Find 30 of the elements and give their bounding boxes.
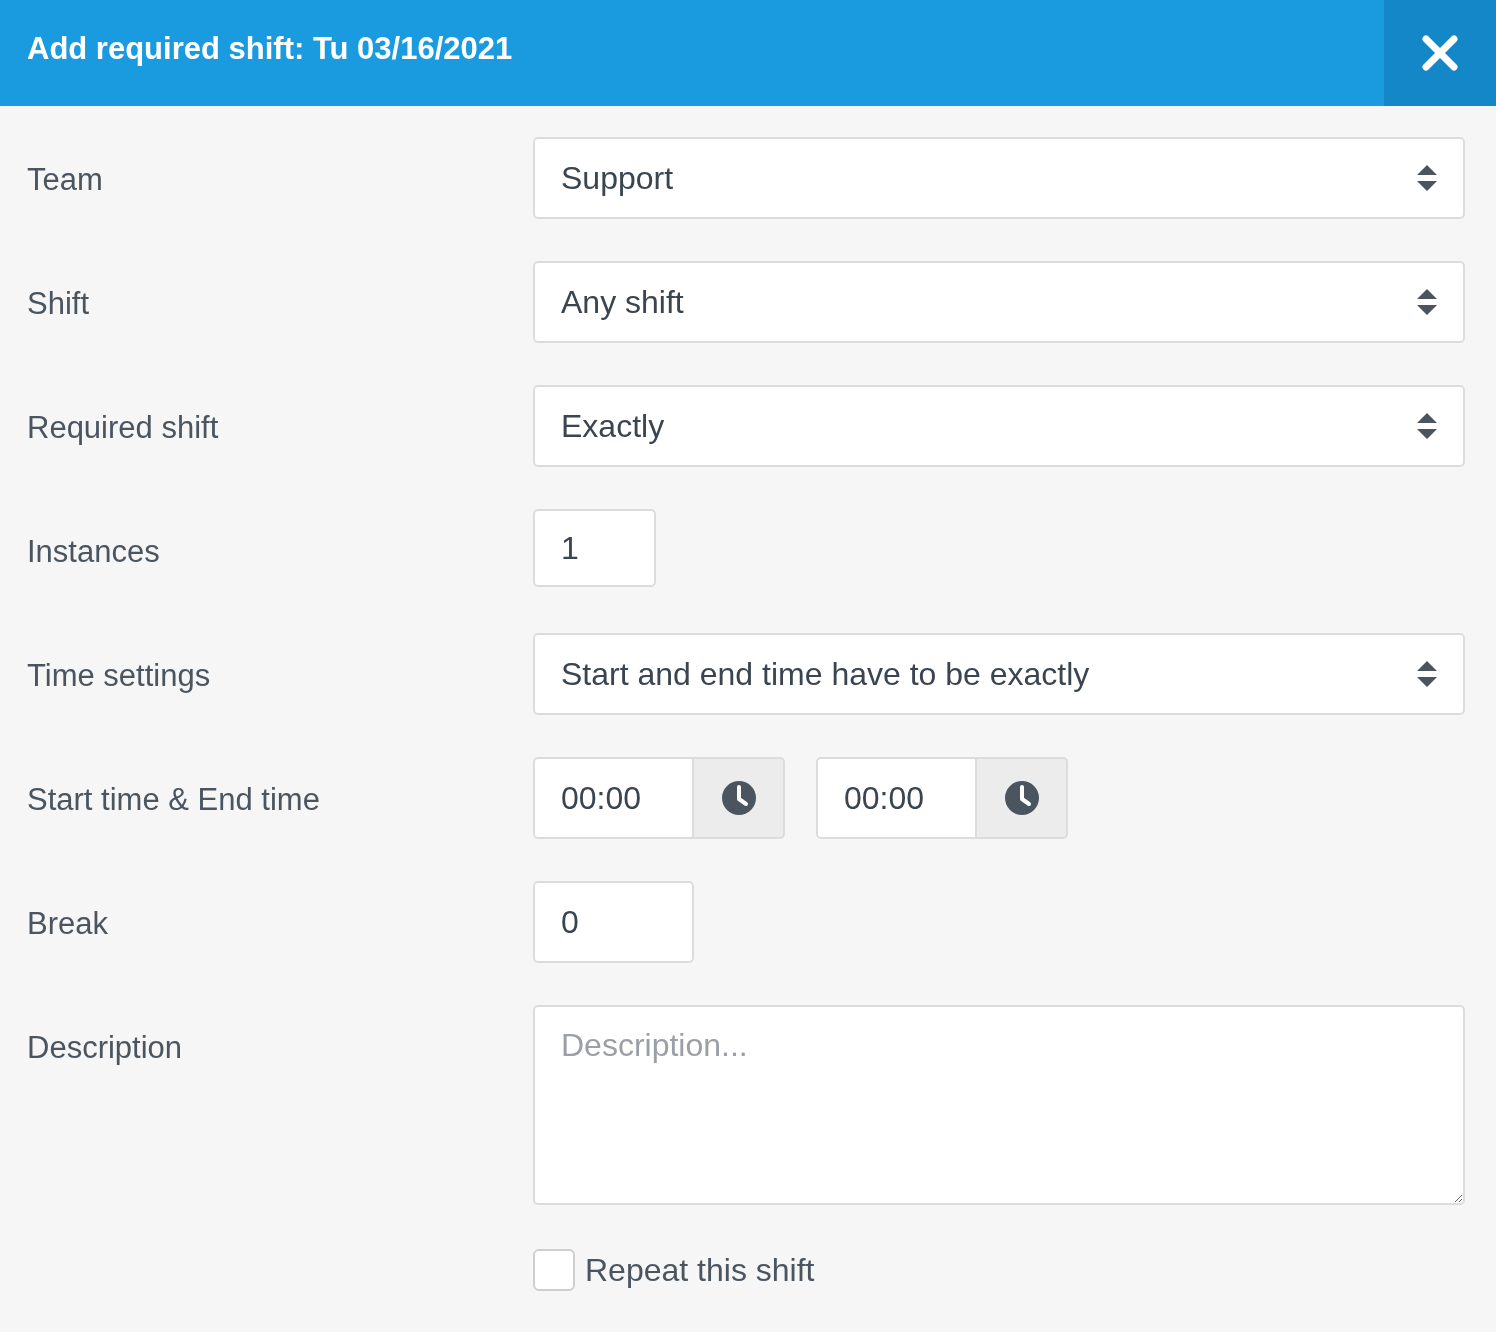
field-label: Team [27,161,104,199]
clock-button[interactable] [977,757,1068,839]
clock-icon [1003,780,1040,816]
checkbox[interactable] [533,1249,575,1291]
time-field[interactable]: 00:00 [533,757,694,839]
description-field[interactable]: Description... [533,1005,1465,1205]
sort-arrows-icon [1417,165,1437,191]
field-label: Description [27,1029,184,1067]
clock-icon [720,780,757,816]
number-field[interactable]: 0 [533,881,694,963]
sort-arrows-icon [1417,289,1437,315]
select-field[interactable]: Start and end time have to be exactly [533,633,1465,715]
close-button[interactable] [1384,0,1496,106]
clock-button[interactable] [694,757,785,839]
sort-arrows-icon [1417,413,1437,439]
field-label: Start time & End time [27,781,321,819]
select-field[interactable]: Exactly [533,385,1465,467]
field-label: Shift [27,285,91,323]
sort-arrows-icon [1417,661,1437,687]
field-label: Instances [27,533,161,571]
number-field[interactable]: 1 [533,509,656,587]
field-label: Time settings [27,657,212,695]
field-label: Break [27,905,109,943]
select-field[interactable]: Support [533,137,1465,219]
select-field[interactable]: Any shift [533,261,1465,343]
dialog-title: Add required shift: Tu 03/16/2021 [26,30,514,68]
checkbox-label: Repeat this shift [585,1251,815,1289]
close-icon [1421,34,1459,72]
field-label: Required shift [27,409,220,447]
time-field[interactable]: 00:00 [816,757,977,839]
